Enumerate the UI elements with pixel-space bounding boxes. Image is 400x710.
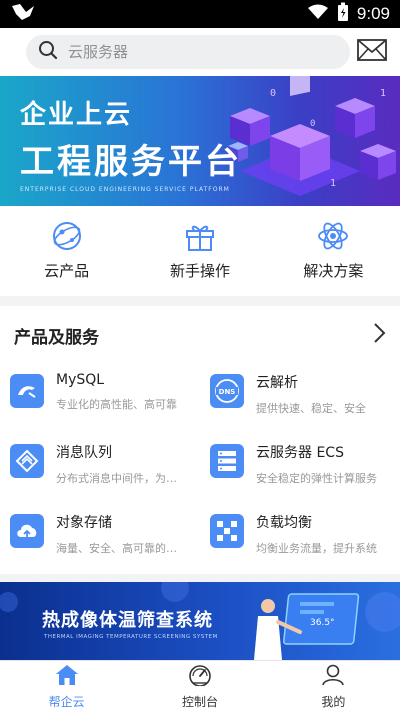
- product-desc: 分布式消息中间件，为应用: [56, 472, 184, 485]
- svg-text:1: 1: [330, 178, 336, 189]
- product-card-object-storage[interactable]: 对象存储 海量、安全、高可靠的云存储: [0, 504, 200, 574]
- products-grid: MySQL 专业化的高性能、高可靠 DNS 云解析 提供快速、稳定、安全 消息队…: [0, 364, 400, 574]
- product-name: MySQL: [56, 372, 105, 388]
- gift-icon: [184, 220, 216, 252]
- tab-home[interactable]: 帮企云: [0, 661, 133, 710]
- banner-title-line2: 工程服务平台: [20, 142, 242, 182]
- search-icon: [38, 40, 58, 64]
- section-title: 产品及服务: [14, 327, 99, 348]
- thermal-banner-subtitle: THERMAL IMAGING TEMPERATURE SCREENING SY…: [44, 634, 218, 640]
- home-icon: [55, 664, 79, 690]
- quick-link-cloud-products[interactable]: 云产品: [0, 206, 133, 296]
- product-desc: 专业化的高性能、高可靠: [56, 398, 177, 411]
- status-bar: 9:09: [0, 0, 400, 28]
- product-desc: 安全稳定的弹性计算服务: [256, 472, 377, 485]
- tab-profile[interactable]: 我的: [267, 661, 400, 710]
- bottom-tab-bar: 帮企云 控制台 我的: [0, 660, 400, 710]
- status-icons: 9:09: [307, 2, 390, 26]
- svg-text:0: 0: [270, 88, 276, 99]
- svg-text:DNS: DNS: [219, 388, 236, 396]
- mysql-icon: [10, 374, 44, 408]
- tab-console[interactable]: 控制台: [133, 661, 266, 710]
- status-time: 9:09: [356, 4, 390, 23]
- search-field[interactable]: [26, 35, 350, 69]
- wifi-icon: [307, 4, 329, 24]
- search-bar: [0, 28, 400, 76]
- product-desc: 海量、安全、高可靠的云存储: [56, 542, 184, 555]
- products-header[interactable]: 产品及服务: [0, 306, 400, 364]
- product-card-dns[interactable]: DNS 云解析 提供快速、稳定、安全: [200, 364, 400, 434]
- message-queue-icon: [10, 444, 44, 478]
- quick-link-label: 解决方案: [303, 262, 364, 280]
- temperature-reading: 36.5°: [310, 618, 335, 628]
- thermal-banner[interactable]: 热成像体温筛查系统 THERMAL IMAGING TEMPERATURE SC…: [0, 582, 400, 660]
- product-desc: 提供快速、稳定、安全: [256, 402, 366, 415]
- chevron-right-icon[interactable]: [372, 322, 386, 348]
- banner-title-line1: 企业上云: [20, 100, 133, 130]
- product-name: 消息队列: [56, 445, 112, 461]
- banner-subtitle: ENTERPRISE CLOUD ENGINEERING SERVICE PLA…: [20, 186, 230, 193]
- product-card-mysql[interactable]: MySQL 专业化的高性能、高可靠: [0, 364, 200, 434]
- quick-link-label: 云产品: [44, 262, 90, 280]
- thermal-banner-title: 热成像体温筛查系统: [42, 610, 213, 631]
- dns-icon: DNS: [210, 374, 244, 408]
- products-section: 产品及服务 MySQL 专业化的高性能、高可靠 DNS 云解析 提供快速、稳定、…: [0, 306, 400, 574]
- quick-links: 云产品 新手操作 解决方案: [0, 206, 400, 296]
- mail-icon: [357, 39, 387, 65]
- message-button[interactable]: [356, 39, 388, 65]
- product-name: 对象存储: [56, 515, 112, 531]
- tab-label: 帮企云: [48, 694, 85, 709]
- load-balance-icon: [210, 514, 244, 548]
- battery-icon: [337, 2, 349, 26]
- product-desc: 均衡业务流量，提升系统: [256, 542, 377, 555]
- app-logo-icon: [10, 2, 36, 26]
- product-card-message-queue[interactable]: 消息队列 分布式消息中间件，为应用: [0, 434, 200, 504]
- server-icon: [210, 444, 244, 478]
- product-name: 负载均衡: [256, 515, 312, 531]
- cloud-upload-icon: [10, 514, 44, 548]
- svg-text:0: 0: [310, 119, 315, 129]
- user-icon: [321, 664, 345, 690]
- quick-link-beginner-guide[interactable]: 新手操作: [133, 206, 266, 296]
- tab-label: 控制台: [181, 694, 218, 709]
- quick-link-solutions[interactable]: 解决方案: [267, 206, 400, 296]
- product-name: 云服务器 ECS: [256, 445, 344, 461]
- quick-link-label: 新手操作: [169, 262, 230, 280]
- gauge-icon: [187, 664, 213, 690]
- svg-text:1: 1: [380, 88, 386, 99]
- cloud-product-icon: [51, 220, 83, 252]
- tab-label: 我的: [321, 694, 346, 709]
- product-card-ecs[interactable]: 云服务器 ECS 安全稳定的弹性计算服务: [200, 434, 400, 504]
- search-input[interactable]: [68, 43, 308, 61]
- promo-banner[interactable]: 0 1 1 0 企业上云 工程服务平台 ENTERPRISE CLOUD ENG…: [0, 76, 400, 206]
- product-name: 云解析: [256, 375, 298, 391]
- product-card-load-balancer[interactable]: 负载均衡 均衡业务流量，提升系统: [200, 504, 400, 574]
- atom-icon: [317, 220, 349, 252]
